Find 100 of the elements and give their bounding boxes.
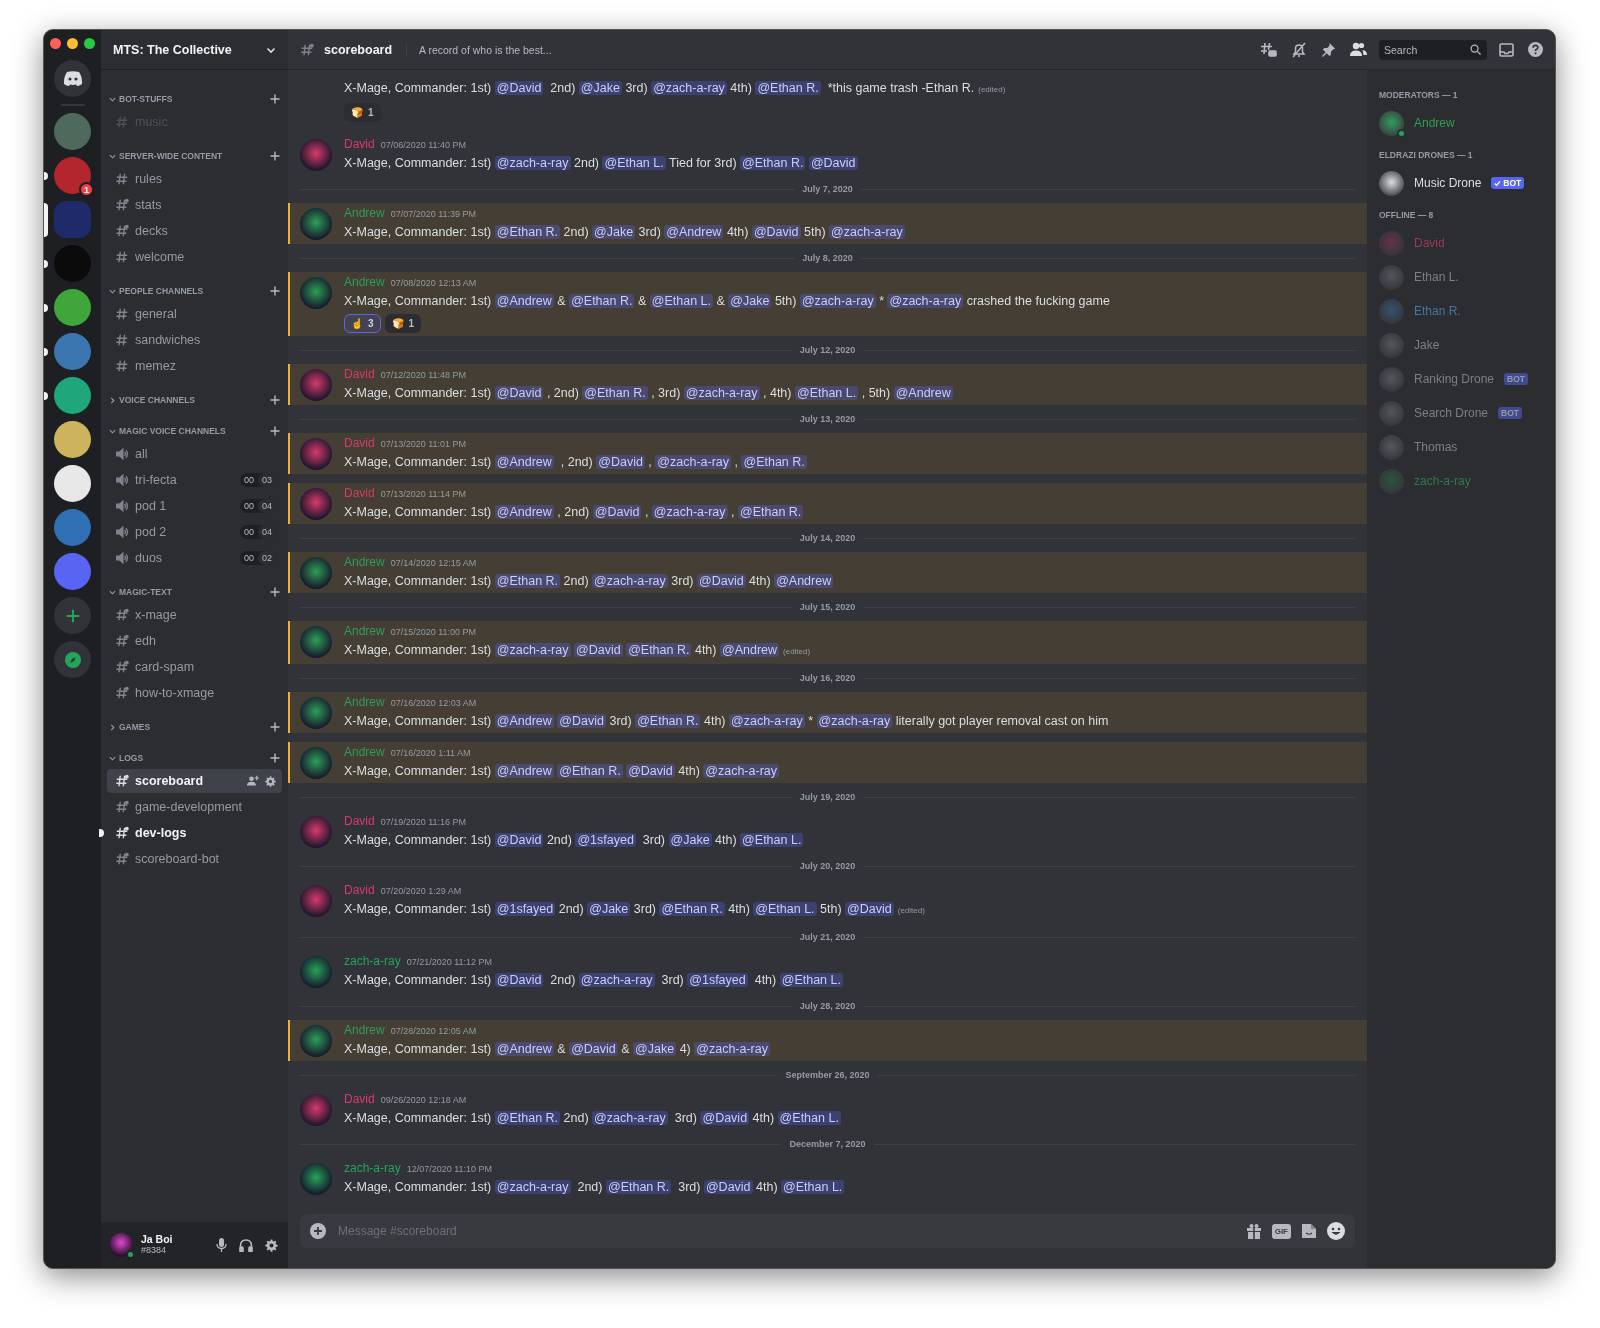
gif-button[interactable]: GIF (1271, 1223, 1291, 1239)
author-name[interactable]: Andrew (344, 555, 385, 569)
channel-item[interactable]: game-development (107, 795, 282, 819)
channel-item[interactable]: stats (107, 193, 282, 217)
mention-link[interactable]: @Ethan R. (605, 1180, 672, 1194)
mention-link[interactable]: @Ethan R. (755, 81, 821, 95)
mention-link[interactable]: @Ethan L. (602, 156, 666, 170)
mention-link[interactable]: @zach-a-ray (829, 225, 905, 239)
mention-link[interactable]: @Andrew (774, 574, 834, 588)
mention-link[interactable]: @zach-a-ray (651, 81, 727, 95)
author-name[interactable]: David (344, 1092, 375, 1106)
channel-item[interactable]: dev-logs (107, 821, 282, 845)
channel-item[interactable]: edh (107, 629, 282, 653)
mention-link[interactable]: @zach-a-ray (799, 294, 876, 308)
category-header[interactable]: LOGS (107, 751, 282, 765)
mention-link[interactable]: @David (494, 973, 544, 987)
mention-link[interactable]: @Andrew (494, 1042, 554, 1056)
mention-link[interactable]: @Ethan R. (569, 294, 635, 308)
member-item[interactable]: Jake (1377, 328, 1547, 362)
mention-link[interactable]: @David (626, 764, 675, 778)
mention-link[interactable]: @zach-a-ray (494, 156, 571, 170)
channel-item[interactable]: pod 1 00 04 (107, 494, 282, 518)
author-name[interactable]: Andrew (344, 745, 385, 759)
mention-link[interactable]: @David (703, 1180, 753, 1194)
mention-link[interactable]: @1sfayed (494, 902, 556, 916)
microphone-button[interactable] (214, 1236, 229, 1254)
mention-link[interactable]: @1sfayed (687, 973, 748, 987)
pin-button[interactable] (1319, 40, 1338, 59)
mention-link[interactable]: @Andrew (719, 643, 780, 657)
member-item[interactable]: Ethan L. (1377, 260, 1547, 294)
mention-link[interactable]: @David (494, 81, 544, 95)
reaction-button[interactable]: 🍞 1 (384, 314, 422, 333)
mention-link[interactable]: @David (569, 1042, 618, 1056)
category-header[interactable]: MAGIC VOICE CHANNELS (107, 424, 282, 438)
mention-link[interactable]: @zach-a-ray (592, 574, 668, 588)
channel-item[interactable]: all (107, 442, 282, 466)
mention-link[interactable]: @Ethan L. (740, 833, 804, 847)
mention-link[interactable]: @Ethan R. (659, 902, 725, 916)
mention-link[interactable]: @David (596, 455, 645, 469)
channel-item[interactable]: decks (107, 219, 282, 243)
channel-item[interactable]: duos 00 02 (107, 546, 282, 570)
mention-link[interactable]: @Ethan R. (635, 714, 701, 728)
mention-link[interactable]: @David (592, 505, 642, 519)
mention-link[interactable]: @zach-a-ray (887, 294, 964, 308)
category-header[interactable]: PEOPLE CHANNELS (107, 284, 282, 298)
channel-item[interactable]: scoreboard-bot (107, 847, 282, 871)
mention-link[interactable]: @Jake (633, 1042, 677, 1056)
server-icon[interactable] (54, 465, 91, 502)
mention-link[interactable]: @zach-a-ray (683, 386, 760, 400)
maximize-button[interactable] (84, 38, 95, 49)
mention-link[interactable]: @Jake (668, 833, 712, 847)
inbox-button[interactable] (1497, 40, 1516, 59)
explore-button[interactable] (54, 641, 91, 678)
home-button[interactable] (54, 60, 91, 97)
mention-link[interactable]: @Ethan R. (494, 1111, 561, 1125)
mention-link[interactable]: @Ethan R. (740, 156, 806, 170)
mention-link[interactable]: @David (494, 833, 544, 847)
server-icon[interactable] (54, 421, 91, 458)
mention-link[interactable]: @Andrew (664, 225, 724, 239)
reaction-button[interactable]: 🍞 1 (344, 103, 381, 122)
mention-link[interactable]: @Jake (587, 902, 631, 916)
mention-link[interactable]: @Ethan R. (557, 764, 623, 778)
mention-link[interactable]: @Ethan L. (794, 386, 859, 400)
member-item[interactable]: Ranking Drone BOT (1377, 362, 1547, 396)
mention-link[interactable]: @zach-a-ray (729, 714, 805, 728)
category-header[interactable]: BOT-STUFFS (107, 92, 282, 106)
mention-link[interactable]: @zach-a-ray (592, 1111, 668, 1125)
mention-link[interactable]: @Ethan L. (781, 1180, 845, 1194)
category-header[interactable]: GAMES (107, 720, 282, 734)
close-button[interactable] (50, 38, 61, 49)
member-item[interactable]: Music Drone BOT (1377, 166, 1547, 200)
add-person-icon[interactable] (247, 775, 259, 787)
mention-link[interactable]: @David (808, 156, 858, 170)
author-name[interactable]: David (344, 137, 375, 151)
channel-item[interactable]: memez (107, 354, 282, 378)
headphones-button[interactable] (237, 1236, 255, 1254)
emoji-icon[interactable] (1327, 1222, 1345, 1240)
server-icon[interactable]: 1 (54, 157, 91, 194)
mention-link[interactable]: @David (557, 714, 606, 728)
category-header[interactable]: VOICE CHANNELS (107, 393, 282, 407)
mention-link[interactable]: @Andrew (494, 455, 554, 469)
channel-item[interactable]: card-spam (107, 655, 282, 679)
mention-link[interactable]: @Ethan R. (741, 455, 807, 469)
member-item[interactable]: Thomas (1377, 430, 1547, 464)
member-item[interactable]: Ethan R. (1377, 294, 1547, 328)
category-header[interactable]: MAGIC-TEXT (107, 585, 282, 599)
mention-link[interactable]: @1sfayed (575, 833, 636, 847)
mention-link[interactable]: @Ethan R. (582, 386, 648, 400)
help-button[interactable] (1526, 40, 1545, 59)
mention-link[interactable]: @zach-a-ray (578, 973, 655, 987)
channel-item[interactable]: pod 2 00 04 (107, 520, 282, 544)
author-name[interactable]: Andrew (344, 206, 385, 220)
mention-link[interactable]: @Andrew (494, 764, 554, 778)
category-header[interactable]: SERVER-WIDE CONTENT (107, 149, 282, 163)
mention-link[interactable]: @Ethan R. (738, 505, 804, 519)
mention-link[interactable]: @Andrew (893, 386, 953, 400)
author-name[interactable]: Andrew (344, 275, 385, 289)
mention-link[interactable]: @Ethan R. (494, 225, 561, 239)
author-name[interactable]: Andrew (344, 695, 385, 709)
mention-link[interactable]: @zach-a-ray (494, 643, 571, 657)
